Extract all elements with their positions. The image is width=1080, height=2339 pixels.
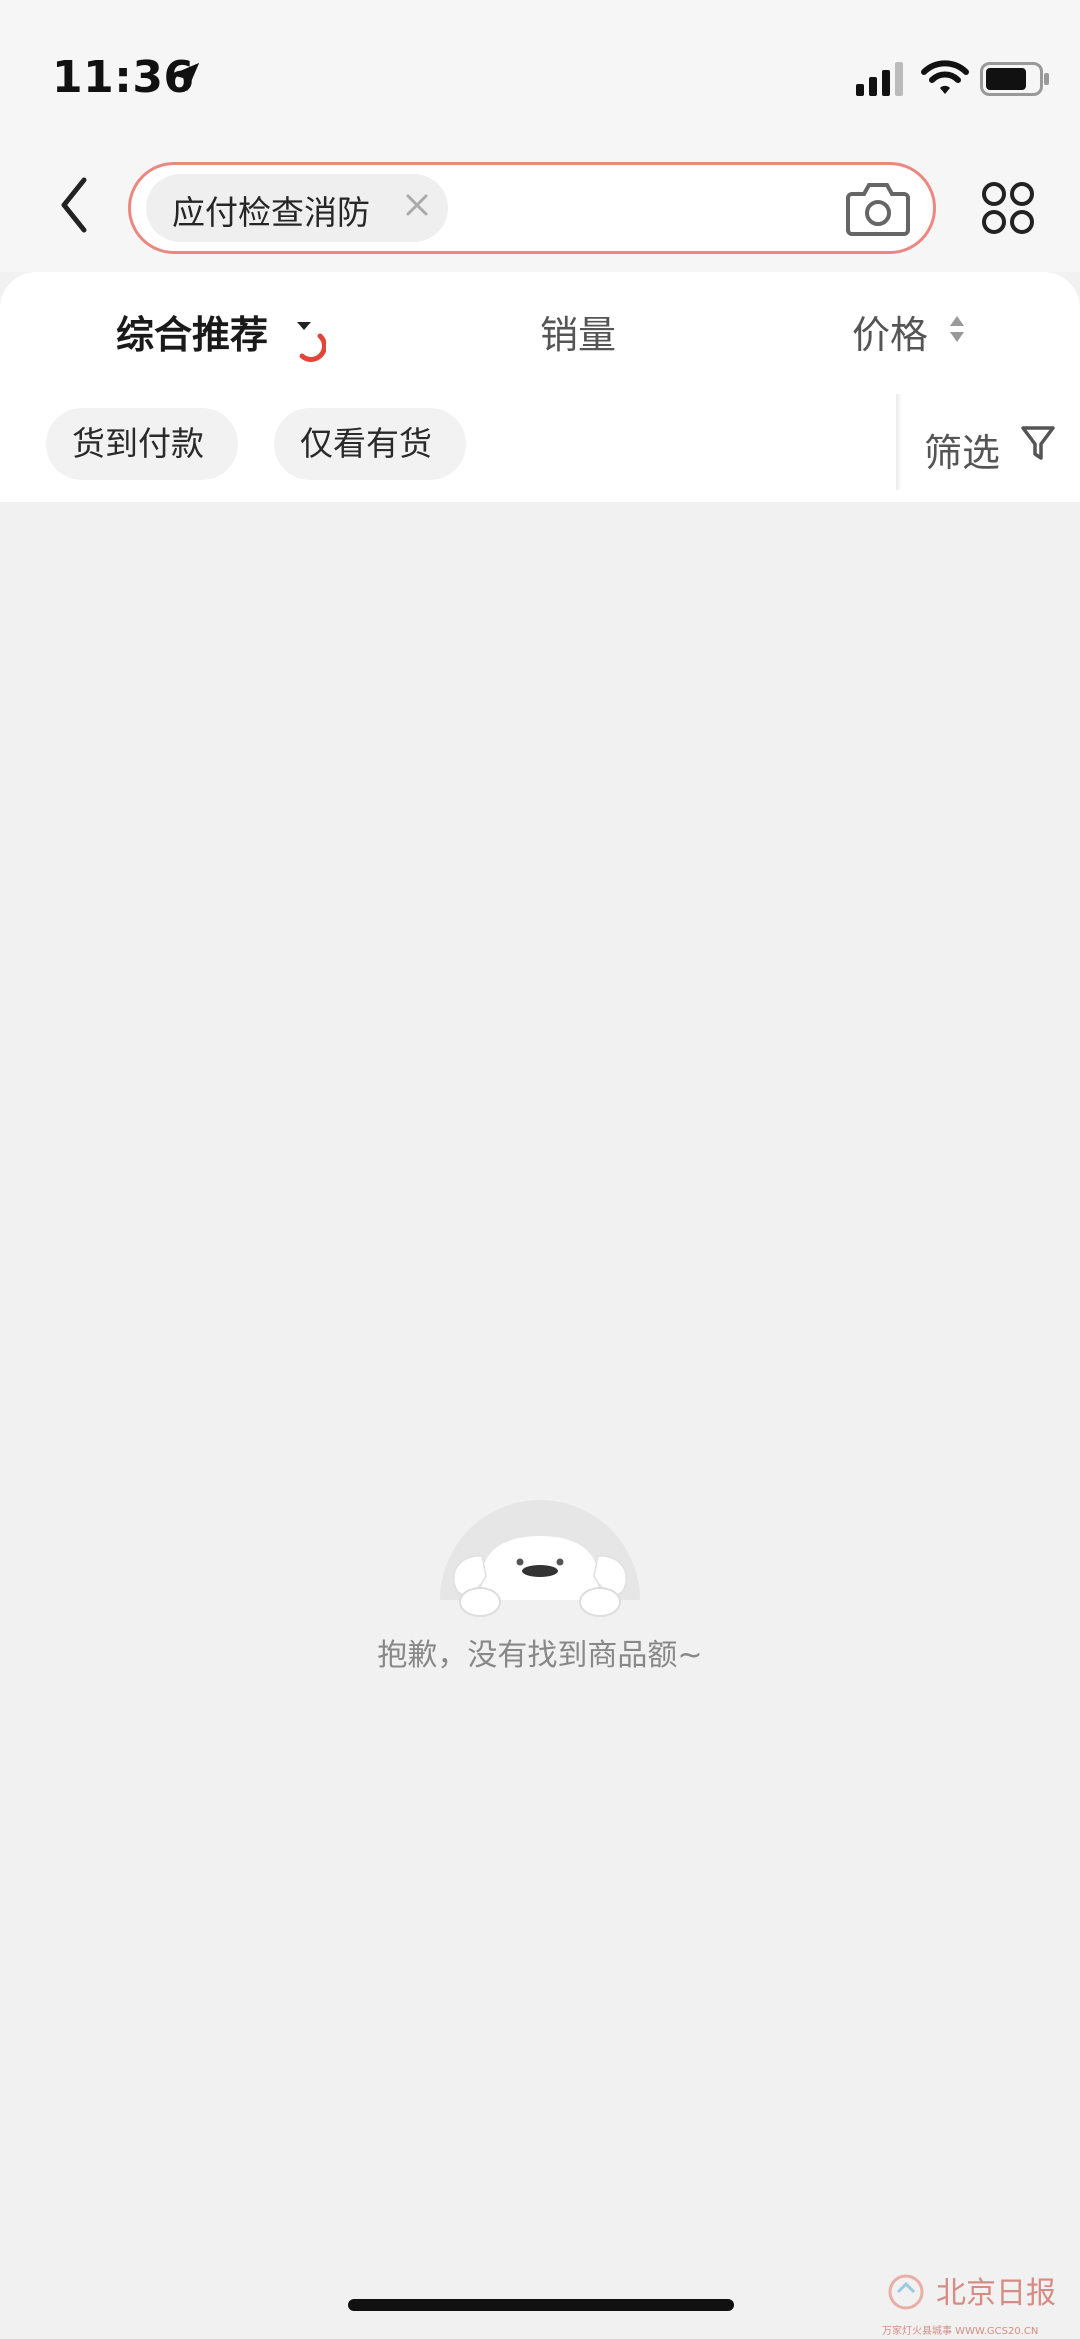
home-indicator[interactable] — [348, 2299, 734, 2311]
loading-spinner-icon — [299, 333, 326, 362]
sort-updown-icon — [950, 316, 964, 342]
close-icon[interactable] — [404, 192, 430, 218]
funnel-icon[interactable] — [1020, 424, 1056, 464]
filter-divider — [896, 394, 902, 490]
cellular-signal-icon — [856, 62, 903, 96]
sort-tab-sales[interactable]: 销量 — [540, 304, 616, 359]
filter-button[interactable]: 筛选 — [924, 422, 1000, 477]
four-circles-grid-icon[interactable] — [980, 180, 1036, 236]
wifi-icon — [921, 60, 969, 94]
sort-tab-recommended[interactable]: 综合推荐 — [116, 304, 268, 359]
search-query-text: 应付检查消防 — [172, 193, 370, 232]
battery-icon — [980, 62, 1049, 96]
empty-message: 抱歉，没有找到商品额~ — [377, 1638, 703, 1673]
sort-tab-price[interactable]: 价格 — [852, 304, 928, 359]
filter-chip-cod[interactable]: 货到付款 — [46, 408, 238, 480]
camera-icon[interactable] — [846, 180, 910, 236]
location-arrow-icon — [170, 62, 200, 92]
chevron-left-icon[interactable] — [50, 170, 100, 240]
filter-chip-in-stock[interactable]: 仅看有货 — [274, 408, 466, 480]
watermark-text: 北京日报 — [936, 2276, 1056, 2311]
caret-down-icon — [297, 322, 311, 330]
watermark-subtext: 万家灯火县城事 WWW.GCS20.CN — [882, 2326, 1039, 2337]
dog-peeking-icon — [440, 1500, 640, 1617]
